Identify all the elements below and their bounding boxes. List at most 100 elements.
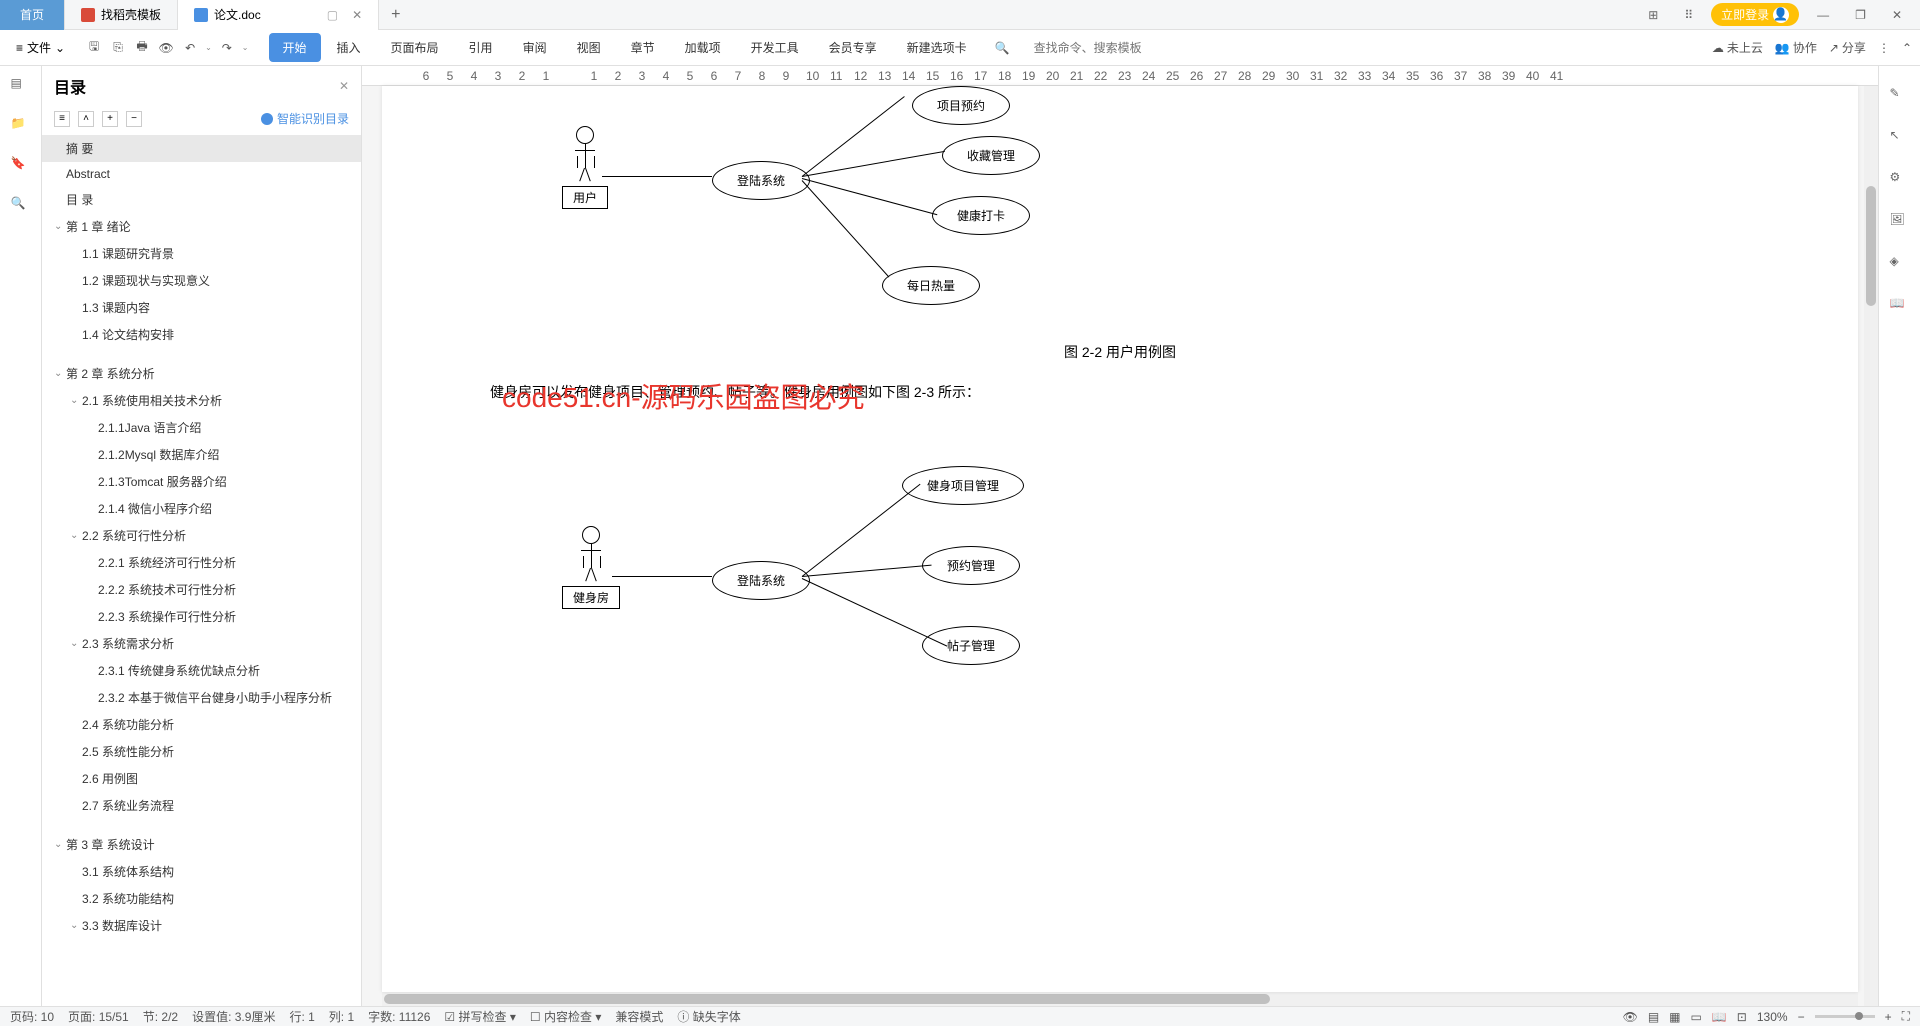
zoom-in-icon[interactable]: +: [1885, 1010, 1892, 1024]
smart-toc-button[interactable]: 智能识别目录: [261, 110, 349, 127]
toc-item[interactable]: Abstract: [42, 162, 361, 186]
view-read-icon[interactable]: 📖: [1712, 1010, 1727, 1024]
chevron-down-icon[interactable]: ⌄: [70, 395, 82, 406]
sb-spell[interactable]: ☑ 拼写检查 ▾: [444, 1008, 515, 1025]
sb-row[interactable]: 行: 1: [289, 1008, 314, 1025]
menu-chapter[interactable]: 章节: [617, 33, 669, 62]
toc-item[interactable]: 1.1 课题研究背景: [42, 240, 361, 267]
menu-ref[interactable]: 引用: [455, 33, 507, 62]
toc-item[interactable]: 3.2 系统功能结构: [42, 885, 361, 912]
expand-all-button[interactable]: ≡: [54, 111, 70, 127]
toc-item[interactable]: ⌄2.2 系统可行性分析: [42, 522, 361, 549]
toc-item[interactable]: 2.1.3Tomcat 服务器介绍: [42, 468, 361, 495]
settings-icon[interactable]: ⚙: [1890, 170, 1910, 190]
toc-item[interactable]: ⌄第 1 章 绪论: [42, 213, 361, 240]
layout-icon[interactable]: ⊞: [1640, 8, 1666, 22]
cloud-status[interactable]: ☁未上云: [1712, 39, 1763, 56]
undo-icon[interactable]: ↶: [181, 39, 199, 57]
bookmark-icon[interactable]: 🔖: [11, 156, 31, 176]
close-button[interactable]: ✕: [1884, 8, 1910, 22]
scrollbar-horizontal[interactable]: [382, 992, 1858, 1006]
sb-section[interactable]: 节: 2/2: [143, 1008, 178, 1025]
chevron-down-icon[interactable]: ⌄: [242, 43, 249, 52]
sb-compat[interactable]: 兼容模式: [615, 1008, 663, 1025]
view-web-icon[interactable]: ▦: [1669, 1010, 1680, 1024]
toc-item[interactable]: 2.1.4 微信小程序介绍: [42, 495, 361, 522]
toc-item[interactable]: ⌄第 3 章 系统设计: [42, 831, 361, 858]
toc-item[interactable]: 摘 要: [42, 135, 361, 162]
zoom-level[interactable]: 130%: [1757, 1010, 1788, 1024]
menu-view[interactable]: 视图: [563, 33, 615, 62]
menu-dev[interactable]: 开发工具: [737, 33, 813, 62]
book-icon[interactable]: 📖: [1890, 296, 1910, 316]
toc-item[interactable]: 2.5 系统性能分析: [42, 738, 361, 765]
view-page-icon[interactable]: ▤: [1648, 1010, 1659, 1024]
zoom-out-icon[interactable]: −: [1798, 1010, 1805, 1024]
toc-item[interactable]: 2.2.2 系统技术可行性分析: [42, 576, 361, 603]
toc-item[interactable]: ⌄3.3 数据库设计: [42, 912, 361, 939]
tab-home[interactable]: 首页: [0, 0, 65, 30]
add-tab-button[interactable]: +: [379, 6, 412, 24]
toc-item[interactable]: 2.3.2 本基于微信平台健身小助手小程序分析: [42, 684, 361, 711]
eye-icon[interactable]: 👁: [1623, 1010, 1638, 1024]
tab-template[interactable]: 找稻壳模板: [65, 0, 178, 30]
share-button[interactable]: ↗分享: [1829, 39, 1866, 56]
zoom-slider[interactable]: [1815, 1015, 1875, 1018]
export-icon[interactable]: ⎘: [109, 39, 127, 57]
toc-item[interactable]: 1.2 课题现状与实现意义: [42, 267, 361, 294]
sb-setval[interactable]: 设置值: 3.9厘米: [192, 1008, 275, 1025]
ruler[interactable]: 6543211234567891011121314151617181920212…: [362, 66, 1878, 86]
level-down-button[interactable]: −: [126, 111, 142, 127]
collapse-up-button[interactable]: ˄: [78, 111, 94, 127]
toc-item[interactable]: ⌄2.1 系统使用相关技术分析: [42, 387, 361, 414]
close-panel-icon[interactable]: ✕: [339, 79, 349, 93]
tab-window-icon[interactable]: ▢: [327, 8, 338, 22]
toc-item[interactable]: 2.2.3 系统操作可行性分析: [42, 603, 361, 630]
toc-item[interactable]: 3.1 系统体系结构: [42, 858, 361, 885]
chevron-down-icon[interactable]: ⌄: [54, 839, 66, 850]
toc-item[interactable]: ⌄2.3 系统需求分析: [42, 630, 361, 657]
menu-layout[interactable]: 页面布局: [377, 33, 453, 62]
toc-item[interactable]: 1.3 课题内容: [42, 294, 361, 321]
login-button[interactable]: 立即登录👤: [1711, 3, 1799, 26]
level-up-button[interactable]: +: [102, 111, 118, 127]
chevron-down-icon[interactable]: ⌄: [70, 530, 82, 541]
sb-page[interactable]: 页码: 10: [10, 1008, 54, 1025]
collapse-icon[interactable]: ⌃: [1902, 41, 1912, 55]
outline-icon[interactable]: ▤: [11, 76, 31, 96]
sb-pages[interactable]: 页面: 15/51: [68, 1008, 129, 1025]
chevron-down-icon[interactable]: ⌄: [54, 221, 66, 232]
pen-icon[interactable]: ✎: [1890, 86, 1910, 106]
diamond-icon[interactable]: ◈: [1890, 254, 1910, 274]
menu-start[interactable]: 开始: [269, 33, 321, 62]
minimize-button[interactable]: —: [1809, 8, 1837, 22]
menu-insert[interactable]: 插入: [323, 33, 375, 62]
toc-item[interactable]: 2.4 系统功能分析: [42, 711, 361, 738]
toc-item[interactable]: ⌄第 2 章 系统分析: [42, 360, 361, 387]
view-outline-icon[interactable]: ▭: [1691, 1010, 1702, 1024]
fullscreen-icon[interactable]: ⛶: [1902, 1009, 1910, 1024]
chevron-down-icon[interactable]: ⌄: [54, 368, 66, 379]
toc-item[interactable]: 2.2.1 系统经济可行性分析: [42, 549, 361, 576]
sb-content[interactable]: ☐ 内容检查 ▾: [530, 1008, 601, 1025]
menu-newtab[interactable]: 新建选项卡: [893, 33, 981, 62]
search-input[interactable]: [1026, 37, 1166, 59]
menu-vip[interactable]: 会员专享: [815, 33, 891, 62]
more-icon[interactable]: ⋮: [1878, 41, 1890, 55]
toc-item[interactable]: 1.4 论文结构安排: [42, 321, 361, 348]
chevron-down-icon[interactable]: ⌄: [205, 43, 212, 52]
toc-item[interactable]: 目 录: [42, 186, 361, 213]
page[interactable]: 用户 登陆系统 项目预约 收藏管理 健康打卡 每日热量 图 2-2 用户用例图 …: [382, 86, 1858, 992]
print-icon[interactable]: 🖶: [133, 39, 151, 57]
cursor-icon[interactable]: ↖: [1890, 128, 1910, 148]
sb-col[interactable]: 列: 1: [329, 1008, 354, 1025]
toc-item[interactable]: 2.6 用例图: [42, 765, 361, 792]
maximize-button[interactable]: ❐: [1847, 8, 1874, 22]
zoom-fit-icon[interactable]: ⊡: [1737, 1010, 1747, 1024]
folder-icon[interactable]: 📁: [11, 116, 31, 136]
image-icon[interactable]: 🖼: [1890, 212, 1910, 232]
toc-item[interactable]: 2.1.1Java 语言介绍: [42, 414, 361, 441]
menu-addon[interactable]: 加载项: [671, 33, 735, 62]
chevron-down-icon[interactable]: ⌄: [70, 638, 82, 649]
file-menu[interactable]: ≡文件⌄: [8, 39, 73, 56]
